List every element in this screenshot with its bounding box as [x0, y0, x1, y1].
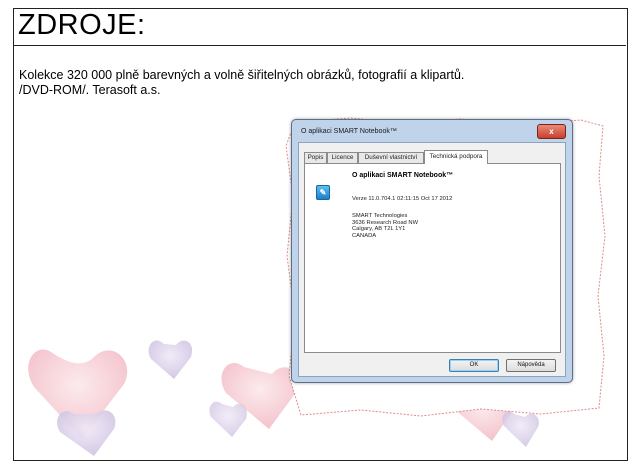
- dialog-title: O aplikaci SMART Notebook™: [301, 128, 397, 135]
- tab-technicka-podpora[interactable]: Technická podpora: [424, 150, 488, 164]
- slide: ZDROJE: Kolekce 320 000 plně barevných a…: [13, 8, 628, 461]
- address-country: CANADA: [352, 232, 377, 239]
- tab-panel: O aplikaci SMART Notebook™ ✎ Verze 11.0.…: [304, 163, 561, 353]
- close-icon: x: [549, 127, 554, 136]
- heart-decoration: [148, 340, 193, 379]
- tab-dusevni-vlastnictvi[interactable]: Duševní vlastnictví: [358, 152, 424, 163]
- title-box: ZDROJE:: [14, 9, 626, 46]
- heart-decoration: [209, 401, 247, 437]
- about-dialog: O aplikaci SMART Notebook™ x Popis Licen…: [291, 119, 573, 383]
- slide-title: ZDROJE:: [18, 9, 146, 41]
- close-button[interactable]: x: [537, 124, 566, 139]
- slide-body-text: Kolekce 320 000 plně barevných a volně š…: [19, 68, 619, 98]
- body-line-2: /DVD-ROM/. Terasoft a.s.: [19, 83, 161, 97]
- heart-decoration: [57, 410, 116, 456]
- tab-popis[interactable]: Popis: [304, 152, 327, 163]
- version-text: Verze 11.0.704.1 02:11:15 Oct 17 2012: [352, 196, 453, 202]
- help-button[interactable]: Nápověda: [506, 359, 556, 372]
- ok-button[interactable]: OK: [449, 359, 499, 372]
- body-line-1: Kolekce 320 000 plně barevných a volně š…: [19, 68, 465, 82]
- tab-licence[interactable]: Licence: [327, 152, 358, 163]
- smart-notebook-icon: ✎: [316, 185, 330, 200]
- company-address: SMART Technologies 3636 Research Road NW…: [352, 213, 418, 239]
- dialog-body: Popis Licence Duševní vlastnictví Techni…: [298, 142, 566, 377]
- about-heading: O aplikaci SMART Notebook™: [352, 172, 454, 179]
